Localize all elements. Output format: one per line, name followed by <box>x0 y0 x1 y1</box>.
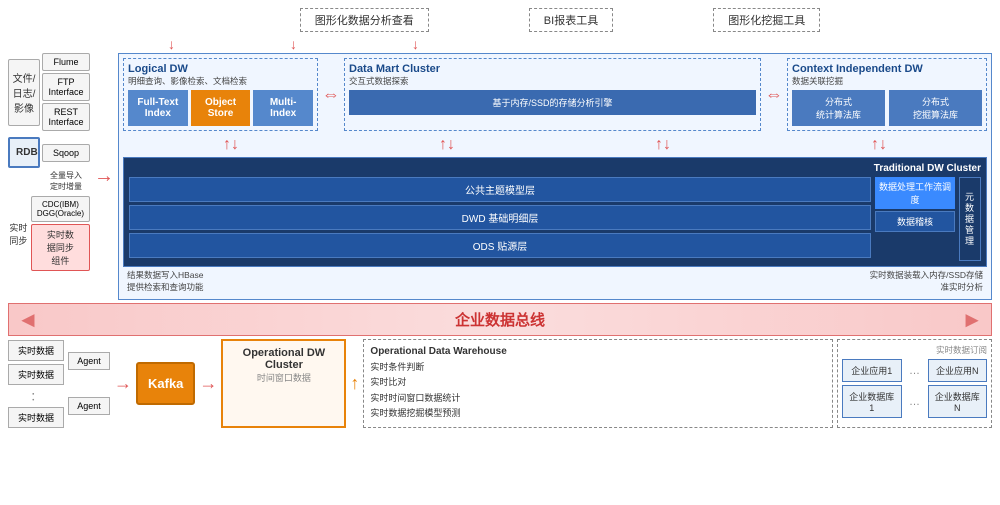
lr-arrow-1: ⇔ <box>322 58 340 131</box>
traditional-dw-title: Traditional DW Cluster <box>129 163 981 174</box>
top-label-2: BI报表工具 <box>529 8 613 32</box>
odw-title: Operational Data Warehouse <box>370 346 826 357</box>
top-cluster-row: Logical DW 明细查询、影像检索、文档检索 Full-TextIndex… <box>123 58 987 131</box>
rt-ellipsis: ： <box>8 388 64 404</box>
rt-sources-col: 实时数据 实时数据 ： 实时数据 <box>8 339 64 428</box>
dist-boxes-row: 分布式统计算法库 分布式挖掘算法库 <box>792 90 982 126</box>
left-sources: 文件/日志/影像 Flume FTPInterface RESTInterfac… <box>8 53 90 300</box>
rt-subscribe-label: 实时数据订阅 <box>842 344 987 356</box>
bus-arrow-left: ◄ <box>17 307 39 333</box>
bottom-arrow-3: ↑ <box>350 339 359 428</box>
app-n: 企业应用N <box>928 359 988 382</box>
realtime-row: 实时同步 CDC(IBM)DGG(Oracle) 实时数据同步组件 <box>8 196 90 271</box>
top-label-3: 图形化挖掘工具 <box>713 8 820 32</box>
rt-source-1: 实时数据 <box>8 340 64 361</box>
layer-1: 公共主题模型层 <box>129 177 871 202</box>
schedule-box: 数据处理工作流调度 <box>875 177 955 209</box>
multi-index-box: Multi-Index <box>253 90 313 126</box>
cdc-box: CDC(IBM)DGG(Oracle) <box>31 196 90 222</box>
app-ellipsis-1: … <box>905 365 925 377</box>
data-bus-label: 企业数据总线 <box>455 312 545 329</box>
flume-box: Flume <box>42 53 90 71</box>
layer-2: DWD 基础明细层 <box>129 205 871 230</box>
fulltext-index-box: Full-TextIndex <box>128 90 188 126</box>
logical-dw-section: Logical DW 明细查询、影像检索、文档检索 Full-TextIndex… <box>123 58 318 131</box>
op-cluster-title: Operational DWCluster <box>231 347 336 371</box>
layers-col: 公共主题模型层 DWD 基础明细层 ODS 贴源层 <box>129 177 871 261</box>
bottom-section: 实时数据 实时数据 ： 实时数据 Agent Agent → Kafka → O… <box>8 339 992 428</box>
context-dw-section: Context Independent DW 数据关联挖掘 分布式统计算法库 分… <box>787 58 987 131</box>
op-cluster-sub: 时间窗口数据 <box>231 371 336 384</box>
arch-main: 文件/日志/影像 Flume FTPInterface RESTInterfac… <box>8 53 992 300</box>
agent-1: Agent <box>68 352 110 370</box>
rdb-source-row: RDB Sqoop <box>8 137 90 168</box>
file-connectors: Flume FTPInterface RESTInterface <box>42 53 90 131</box>
data-mart-section: Data Mart Cluster 交互式数据探索 基于内存/SSD的存储分析引… <box>344 58 761 131</box>
mining-algo-box: 分布式挖掘算法库 <box>889 90 982 126</box>
apps-grid: 企业应用1 … 企业应用N 企业数据库1 … 企业数据库N <box>842 359 987 418</box>
mart-inner-box: 基于内存/SSD的存储分析引擎 <box>349 90 756 115</box>
db-n: 企业数据库N <box>928 385 988 418</box>
agents-col: Agent Agent <box>68 339 110 428</box>
stat-algo-box: 分布式统计算法库 <box>792 90 885 126</box>
logical-dw-subtitle: 明细查询、影像检索、文档检索 <box>128 75 313 87</box>
vert-arrows-row: ↑↓↑↓↑↓↑↓ <box>123 135 987 155</box>
logical-dw-title: Logical DW <box>128 63 313 75</box>
data-mart-title: Data Mart Cluster <box>349 63 756 75</box>
traditional-dw-box: Traditional DW Cluster 公共主题模型层 DWD 基础明细层… <box>123 157 987 267</box>
rest-box: RESTInterface <box>42 103 90 131</box>
traditional-dw-row: Traditional DW Cluster 公共主题模型层 DWD 基础明细层… <box>123 157 987 267</box>
db-ellipsis-1: … <box>905 396 925 408</box>
cdc-col: CDC(IBM)DGG(Oracle) 实时数据同步组件 <box>31 196 90 271</box>
audit-box: 数据稽核 <box>875 211 955 232</box>
object-store-box: ObjectStore <box>191 90 251 126</box>
layers-meta-row: 公共主题模型层 DWD 基础明细层 ODS 贴源层 数据处理工作流调度 数据稽核… <box>129 177 981 261</box>
kafka-box: Kafka <box>136 362 195 405</box>
context-dw-title: Context Independent DW <box>792 63 982 75</box>
data-mart-subtitle: 交互式数据探索 <box>349 75 756 87</box>
app-1: 企业应用1 <box>842 359 902 382</box>
bottom-arrow-2: → <box>199 339 217 428</box>
import-label: 全量导入定时增量 <box>42 170 90 192</box>
center-dw-area: Logical DW 明细查询、影像检索、文档检索 Full-TextIndex… <box>118 53 992 300</box>
rt-source-4: 实时数据 <box>8 407 64 428</box>
meta-sidebar-col: 数据处理工作流调度 数据稽核 <box>875 177 955 261</box>
op-cluster-box: Operational DWCluster 时间窗口数据 <box>221 339 346 428</box>
rt-source-2: 实时数据 <box>8 364 64 385</box>
sqoop-box: Sqoop <box>42 144 90 162</box>
bottom-arrow-1: → <box>114 339 132 428</box>
top-labels-row: 图形化数据分析查看 BI报表工具 图形化挖掘工具 <box>128 8 992 32</box>
lr-arrow-2: ⇔ <box>765 58 783 131</box>
annotations-row: 结果数据写入HBase提供检索和查询功能 实时数据装载入内存/SSD存储准实时分… <box>123 269 987 295</box>
data-bus: ◄ 企业数据总线 ► <box>8 303 992 336</box>
odw-items: 实时条件判断 实时比对 实时时间窗口数据统计 实时数据挖掘模型预测 <box>370 360 826 421</box>
enterprise-apps-box: 实时数据订阅 企业应用1 … 企业应用N 企业数据库1 … 企业数据库N <box>837 339 992 428</box>
annotation-left: 结果数据写入HBase提供检索和查询功能 <box>127 269 204 293</box>
agent-2: Agent <box>68 397 110 415</box>
annotation-right: 实时数据装载入内存/SSD存储准实时分析 <box>870 269 983 293</box>
file-source-row: 文件/日志/影像 Flume FTPInterface RESTInterfac… <box>8 53 90 131</box>
realtime-comp: 实时数据同步组件 <box>31 224 90 271</box>
odw-box: Operational Data Warehouse 实时条件判断 实时比对 实… <box>363 339 833 428</box>
layer-3: ODS 贴源层 <box>129 233 871 258</box>
meta-manage-box: 元数据管理 <box>959 177 981 261</box>
index-boxes-row: Full-TextIndex ObjectStore Multi-Index <box>128 90 313 126</box>
rdb-box: RDB <box>8 137 40 168</box>
file-source: 文件/日志/影像 <box>8 59 40 126</box>
db-1: 企业数据库1 <box>842 385 902 418</box>
main-container: 图形化数据分析查看 BI报表工具 图形化挖掘工具 ↓↓↓ 文件/日志/影像 Fl… <box>0 0 1000 505</box>
context-dw-subtitle: 数据关联挖掘 <box>792 75 982 87</box>
left-arrow-right: → <box>94 53 114 300</box>
bus-arrow-right: ► <box>961 307 983 333</box>
top-label-1: 图形化数据分析查看 <box>300 8 429 32</box>
realtime-sync-label: 实时同步 <box>8 221 29 247</box>
ftp-box: FTPInterface <box>42 73 90 101</box>
top-arrows: ↓↓↓ <box>168 36 992 52</box>
